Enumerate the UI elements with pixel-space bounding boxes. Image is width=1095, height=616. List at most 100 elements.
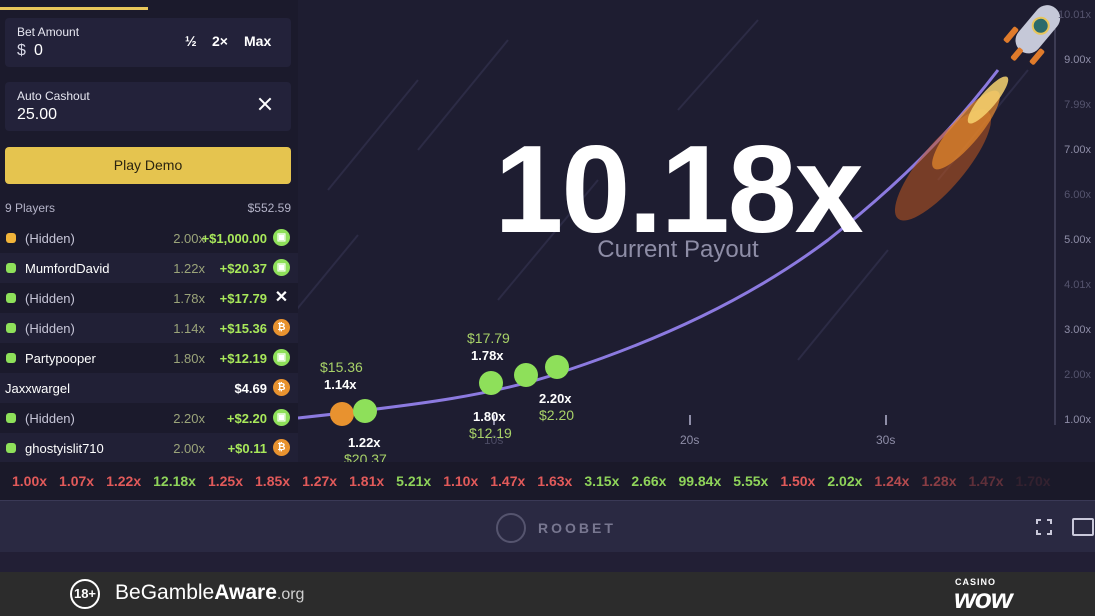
clear-icon[interactable] xyxy=(258,97,272,111)
bitcoin-icon: ₿ xyxy=(273,379,290,396)
history-item: 1.07x xyxy=(59,473,95,489)
player-mult: 1.80x xyxy=(173,351,205,366)
player-row: (Hidden) 1.14x +$15.36 ₿ xyxy=(0,313,298,343)
player-row: ghostyislit710 2.00x +$0.11 ₿ xyxy=(0,433,298,463)
cashout-mult: 1.14x xyxy=(324,377,357,392)
bet-amount-label: Bet Amount xyxy=(17,25,80,39)
player-name: ghostyislit710 xyxy=(25,441,104,456)
brand-name: ROOBET xyxy=(538,520,616,536)
bitcoin-icon: ₿ xyxy=(273,439,290,456)
history-item: 1.24x xyxy=(874,473,910,489)
y-tick: 1.00x xyxy=(1064,414,1091,426)
casino-big: wow xyxy=(954,583,1013,614)
y-tick: 4.01x xyxy=(1064,279,1091,291)
y-tick: 3.00x xyxy=(1064,324,1091,336)
history-item: 1.00x xyxy=(12,473,48,489)
cashout-amount: $12.19 xyxy=(469,425,512,441)
y-tick: 10.01x xyxy=(1057,9,1091,21)
max-bet-button[interactable]: Max xyxy=(244,33,271,49)
divider xyxy=(0,552,1095,572)
cashout-marker-icon xyxy=(353,399,377,423)
bitcoin-icon: ₿ xyxy=(273,319,290,336)
y-tick: 2.00x xyxy=(1064,369,1091,381)
bet-amount-field[interactable]: Bet Amount $ 0 ½ 2× Max xyxy=(5,18,291,67)
aware-pre: Be xyxy=(115,581,141,604)
crash-graph: 10.18x Current Payout 10.01x 9.00x 7.99x… xyxy=(298,0,1095,462)
bet-amount-input[interactable]: 0 xyxy=(34,42,43,60)
history-item: 1.28x xyxy=(921,473,957,489)
cashout-amount: $17.79 xyxy=(467,330,510,346)
round-history: 1.00x 1.07x 1.22x 12.18x 1.25x 1.85x 1.27x 1.81… xyxy=(0,462,1095,500)
aware-mid: Gamble xyxy=(140,581,215,604)
x-icon: ✕ xyxy=(274,289,289,306)
player-name: (Hidden) xyxy=(25,411,75,426)
player-name: Jaxxwargel xyxy=(5,381,71,396)
player-mult: 1.22x xyxy=(173,261,205,276)
cashout-mult: 1.78x xyxy=(471,348,504,363)
aware-domain: .org xyxy=(276,586,305,603)
kangaroo-icon xyxy=(496,513,526,543)
cashout-marker-icon xyxy=(479,371,503,395)
history-item: 99.84x xyxy=(678,473,722,489)
player-profit: +$17.79 xyxy=(219,291,267,306)
player-profit: +$20.37 xyxy=(219,261,267,276)
player-mult: 2.00x xyxy=(173,231,205,246)
ticket-icon: ▣ xyxy=(273,349,290,366)
history-item: 1.63x xyxy=(537,473,573,489)
bitcoin-marker-icon xyxy=(330,402,354,426)
fullscreen-icon[interactable] xyxy=(1036,519,1052,535)
player-row: Partypooper 1.80x +$12.19 ▣ xyxy=(0,343,298,373)
player-row: MumfordDavid 1.22x +$20.37 ▣ xyxy=(0,253,298,283)
player-name: MumfordDavid xyxy=(25,261,110,276)
half-bet-button[interactable]: ½ xyxy=(185,33,197,49)
y-tick: 6.00x xyxy=(1064,189,1091,201)
player-count: 9 Players xyxy=(5,201,56,215)
auto-cashout-input[interactable]: 25.00 xyxy=(17,106,57,124)
y-tick: 7.00x xyxy=(1064,144,1091,156)
responsible-gambling-bar: 18+ BeGambleAware.org CASINO wow xyxy=(0,572,1095,616)
theater-mode-icon[interactable] xyxy=(1072,518,1094,536)
active-tab-indicator xyxy=(0,7,148,10)
player-profit: +$12.19 xyxy=(219,351,267,366)
play-demo-button[interactable]: Play Demo xyxy=(5,147,291,184)
y-tick: 9.00x xyxy=(1064,54,1091,66)
player-status-icon xyxy=(6,233,16,243)
player-status-icon xyxy=(6,263,16,273)
history-item: 12.18x xyxy=(153,473,196,489)
players-total: $552.59 xyxy=(247,201,291,215)
history-item: 1.25x xyxy=(207,473,244,489)
player-status-icon xyxy=(6,353,16,363)
auto-cashout-field[interactable]: Auto Cashout 25.00 xyxy=(5,82,291,131)
cashout-marker-icon xyxy=(545,355,569,379)
player-mult: 2.20x xyxy=(173,411,205,426)
ticket-icon: ▣ xyxy=(273,409,290,426)
aware-bold: Aware xyxy=(214,581,277,604)
player-profit: +$0.11 xyxy=(227,441,267,456)
ticket-icon: ▣ xyxy=(273,259,290,276)
player-row: (Hidden) 2.00x +$1,000.00 ▣ xyxy=(0,223,298,253)
age-18-icon: 18+ xyxy=(70,579,100,609)
cashout-mult: 1.80x xyxy=(473,409,506,424)
game-root: Bet Amount $ 0 ½ 2× Max Auto Cashout 25.… xyxy=(0,0,1095,616)
begambleaware-logo: BeGambleAware.org xyxy=(115,581,304,605)
player-mult: 2.00x xyxy=(173,441,205,456)
players-header: 9 Players $552.59 xyxy=(5,201,291,215)
currency-symbol: $ xyxy=(17,42,26,59)
y-tick: 7.99x xyxy=(1064,99,1091,111)
player-status-icon xyxy=(6,323,16,333)
player-profit: +$2.20 xyxy=(226,411,267,426)
cashout-markers xyxy=(330,355,569,426)
double-bet-button[interactable]: 2× xyxy=(212,33,228,49)
ticket-icon: ▣ xyxy=(273,229,290,246)
player-name: (Hidden) xyxy=(25,321,75,336)
history-item: 1.47x xyxy=(968,473,1004,489)
player-profit: +$15.36 xyxy=(219,321,267,336)
history-item: 2.66x xyxy=(631,473,667,489)
player-name: Partypooper xyxy=(25,351,96,366)
history-item: 1.50x xyxy=(780,473,816,489)
history-item: 1.27x xyxy=(302,473,338,489)
player-profit: $4.69 xyxy=(234,381,267,396)
history-item: 1.70x xyxy=(1015,473,1051,489)
player-row: (Hidden) 2.20x +$2.20 ▣ xyxy=(0,403,298,433)
player-status-icon xyxy=(6,443,16,453)
